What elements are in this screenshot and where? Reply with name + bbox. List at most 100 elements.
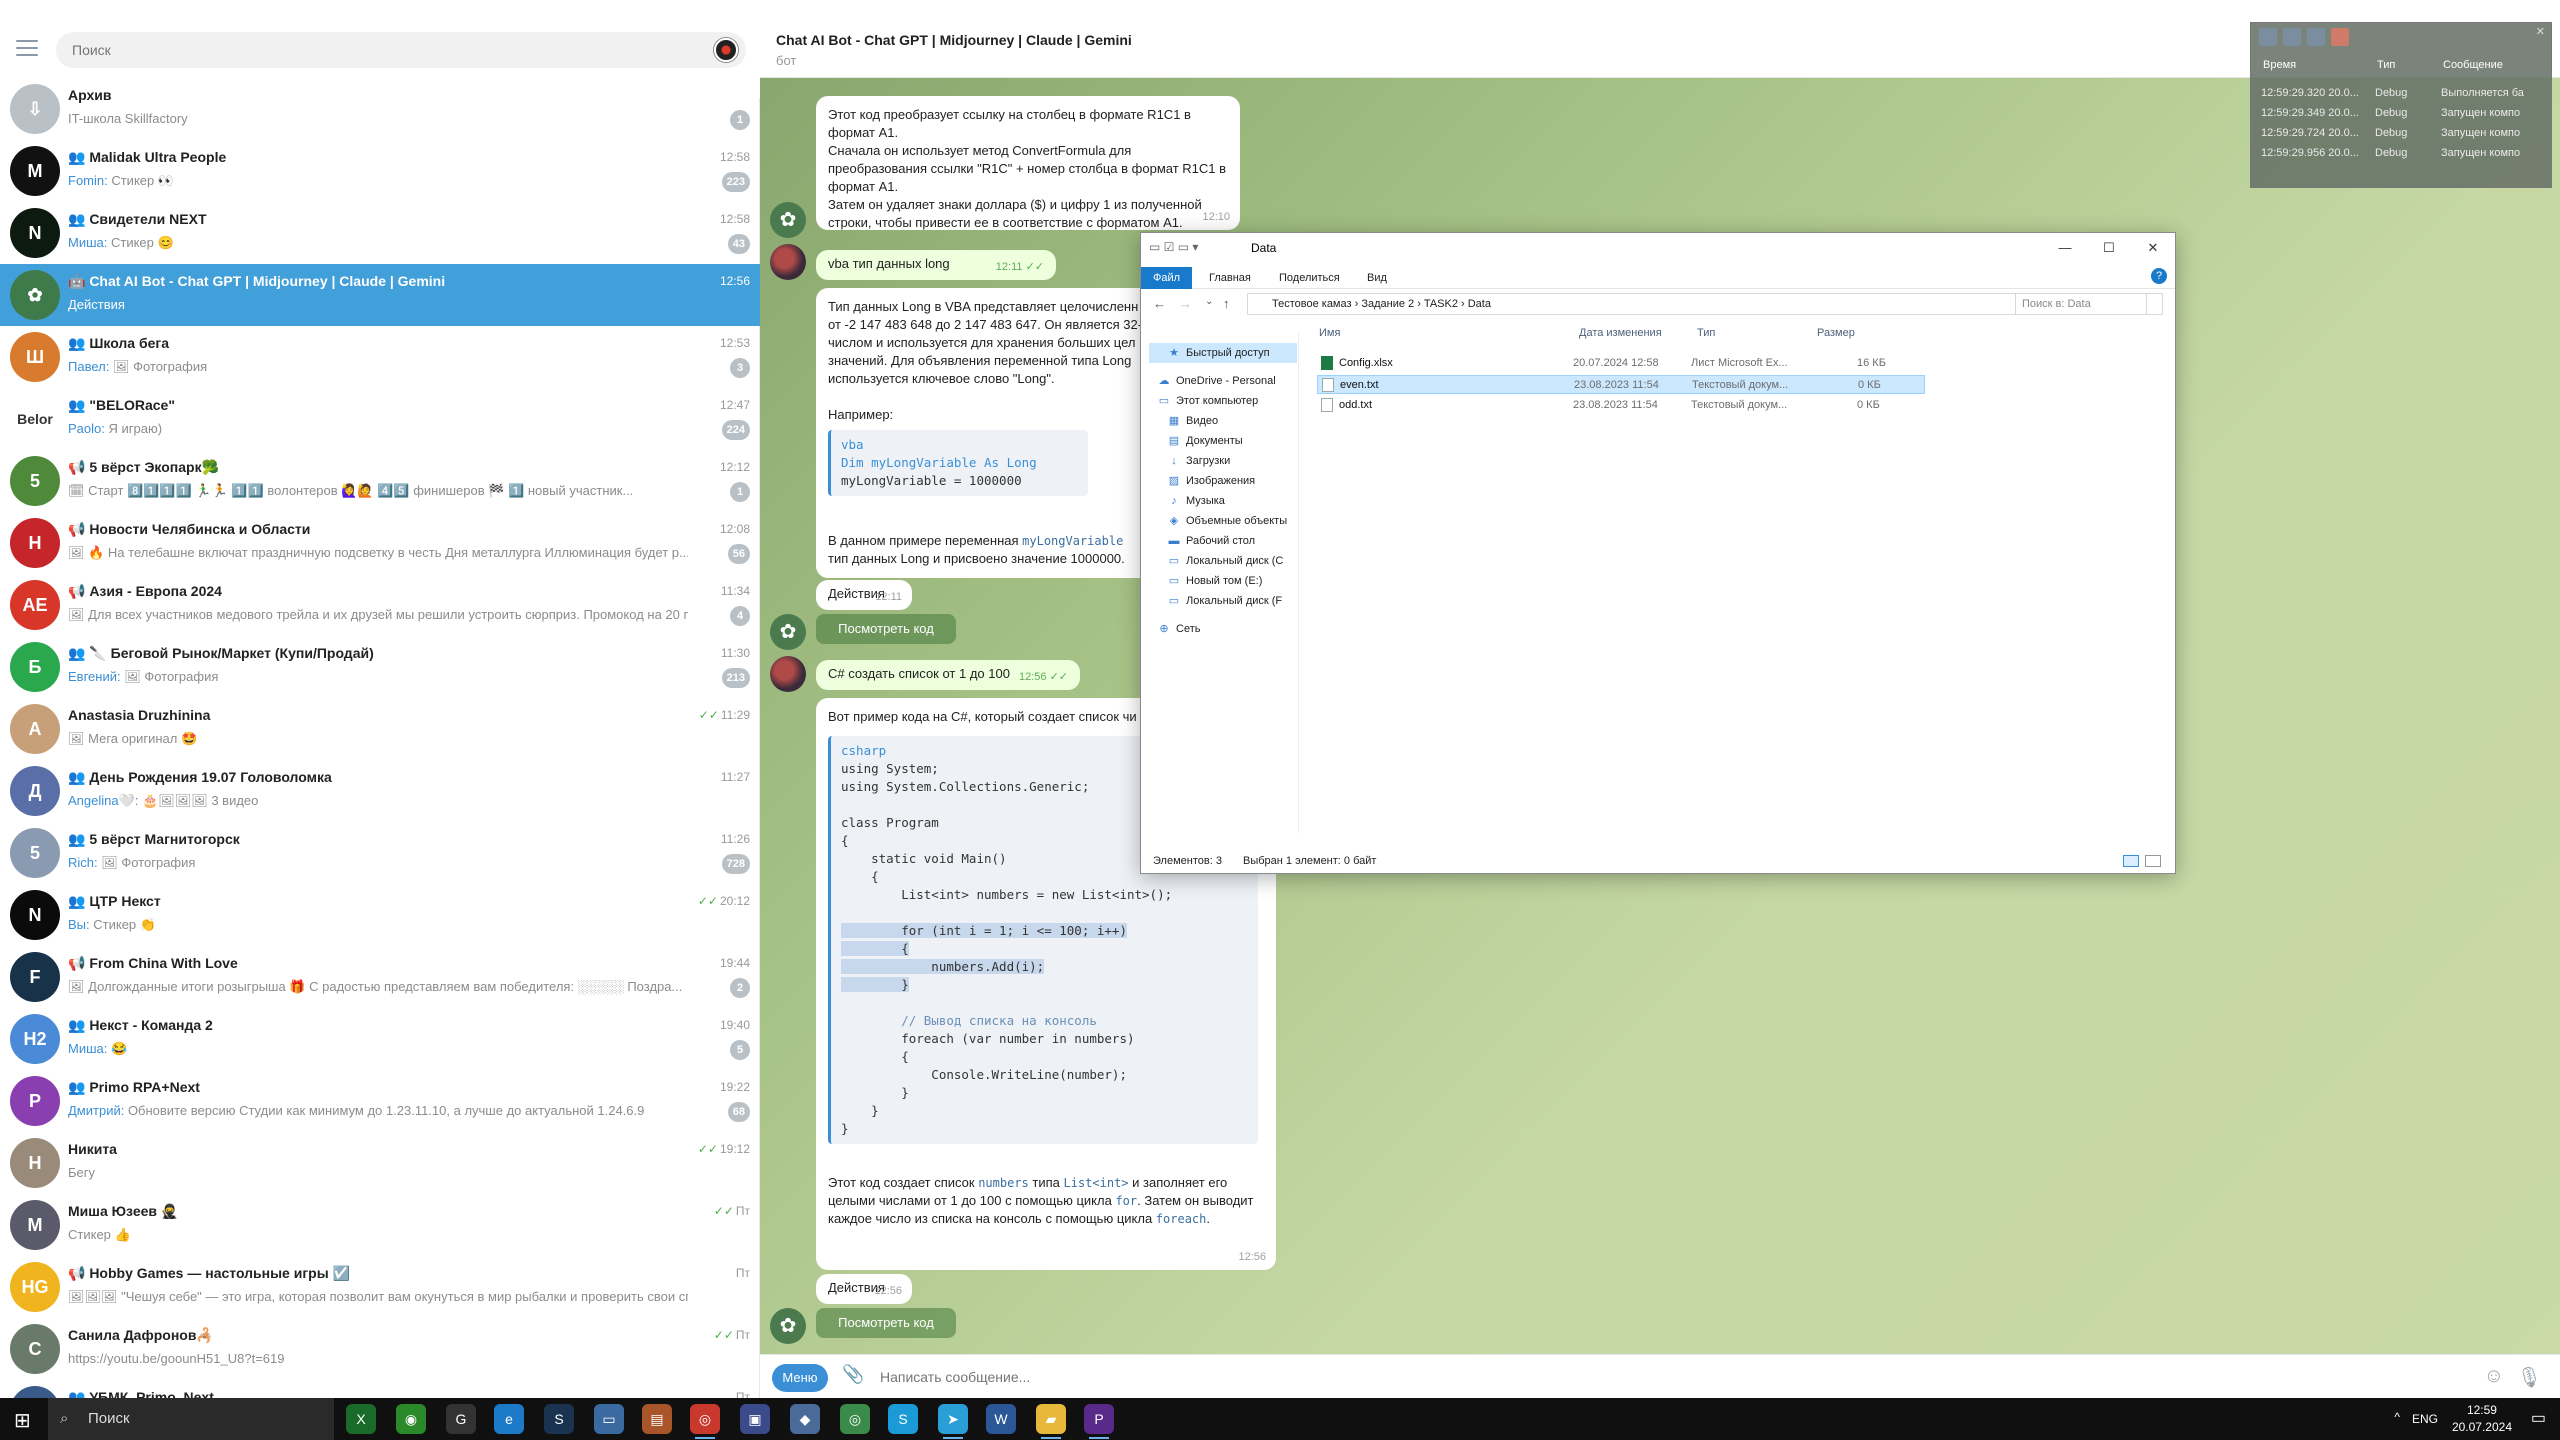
explorer-titlebar[interactable]: ▭ ☑ ▭ ▾ Data — ☐ ✕ <box>1141 233 2175 263</box>
up-icon[interactable]: ↑ <box>1223 296 1230 311</box>
column-type[interactable]: Тип <box>1697 327 1715 339</box>
chat-list-item[interactable]: F 📢 From China With Love 19:44 🖼 Долгожданн… <box>0 946 760 1008</box>
details-view-icon[interactable] <box>2123 855 2139 867</box>
chat-list-item[interactable]: P 👥 Primo RPA+Next 19:22 Дмитрий: Обновите … <box>0 1070 760 1132</box>
microphone-icon[interactable]: 🎙 <box>2517 1365 2542 1390</box>
nav-item[interactable]: ▭ Локальный диск (F <box>1167 591 1297 611</box>
taskbar-chrome-icon[interactable]: ◎ <box>690 1404 720 1439</box>
chat-list-item[interactable]: M 👥 Malidak Ultra People 12:58 Fomin: Стике… <box>0 140 760 202</box>
forward-icon[interactable]: → <box>1179 296 1192 311</box>
nav-item[interactable]: ↓ Загрузки <box>1167 451 1297 471</box>
close-icon[interactable]: ✕ <box>2536 25 2545 38</box>
user-avatar[interactable] <box>770 244 806 280</box>
chat-list-item[interactable]: Б 👥 🔪 Беговой Рынок/Маркет (Купи/Продай) 1… <box>0 636 760 698</box>
taskbar-xbox-icon[interactable]: X <box>346 1404 376 1434</box>
folder-search-input[interactable]: Поиск в: Data <box>2015 293 2163 315</box>
log-row[interactable]: 12:59:29.724 20.0... Debug Запущен компо <box>2261 127 2541 147</box>
log-col-time[interactable]: Время <box>2263 59 2296 71</box>
taskbar-app-icon[interactable]: ▣ <box>740 1404 770 1434</box>
nav-item[interactable]: ⊕ Сеть <box>1157 619 1287 639</box>
minimize-button[interactable]: — <box>2045 237 2085 259</box>
chat-search-input[interactable] <box>56 32 656 68</box>
quick-access-toolbar-icon[interactable]: ▭ ☑ ▭ ▾ <box>1149 240 1198 254</box>
chat-list-item[interactable]: N 👥 ЦТР Некст ✓✓ 20:12 Вы: Стикер 👏 <box>0 884 760 946</box>
hamburger-menu-icon[interactable] <box>16 40 38 56</box>
nav-item[interactable]: ★ Быстрый доступ <box>1149 343 1297 363</box>
chat-list-item[interactable]: ✿ 🤖 Chat AI Bot - Chat GPT | Midjourney |… <box>0 264 760 326</box>
address-path[interactable]: Тестовое камаз › Задание 2 › TASK2 › Dat… <box>1247 293 2147 315</box>
taskbar-clock[interactable]: 12:59 20.07.2024 <box>2452 1402 2512 1436</box>
view-code-button[interactable]: Посмотреть код <box>816 1308 956 1338</box>
chat-list-item[interactable]: ⇩ Архив IT-школа Skillfactory 1 <box>0 78 760 140</box>
notifications-icon[interactable]: ▭ <box>2531 1408 2546 1428</box>
bot-avatar[interactable]: ✿ <box>770 202 806 238</box>
nav-item[interactable]: ◈ Объемные объекты <box>1167 511 1297 531</box>
message-input[interactable] <box>880 1363 2380 1391</box>
bot-avatar[interactable]: ✿ <box>770 1308 806 1344</box>
windows-start-icon[interactable]: ⊞ <box>14 1408 31 1433</box>
help-icon[interactable]: ? <box>2151 268 2167 284</box>
recent-chevron-icon[interactable]: ⌄ <box>1205 296 1213 307</box>
taskbar-edge-icon[interactable]: e <box>494 1404 524 1434</box>
taskbar-skype-icon[interactable]: S <box>888 1404 918 1434</box>
nav-item[interactable]: ▤ Документы <box>1167 431 1297 451</box>
emoji-icon[interactable]: ☺ <box>2484 1365 2504 1388</box>
taskbar-explorer-icon[interactable]: ▰ <box>1036 1404 1066 1439</box>
taskbar-app-icon[interactable]: ▤ <box>642 1404 672 1434</box>
bot-avatar[interactable]: ✿ <box>770 614 806 650</box>
log-row[interactable]: 12:59:29.349 20.0... Debug Запущен компо <box>2261 107 2541 127</box>
close-button[interactable]: ✕ <box>2133 237 2173 259</box>
large-icons-view-icon[interactable] <box>2145 855 2161 867</box>
taskbar-app-icon[interactable]: ▭ <box>594 1404 624 1434</box>
chat-list-item[interactable]: С Санила Дафронов🦂 ✓✓ Пт https://youtu.be/go… <box>0 1318 760 1380</box>
taskbar-telegram-icon[interactable]: ➤ <box>938 1404 968 1439</box>
chat-list-item[interactable]: Н 📢 Новости Челябинска и Области 12:08 🖼 🔥 … <box>0 512 760 574</box>
toolbar-icon[interactable] <box>2259 28 2277 46</box>
chat-list-item[interactable]: 5 👥 5 вёрст Магнитогорск 11:26 Rich: 🖼 Фото… <box>0 822 760 884</box>
toolbar-icon[interactable] <box>2307 28 2325 46</box>
nav-item[interactable]: ▭ Локальный диск (C <box>1167 551 1297 571</box>
chat-search-box[interactable] <box>56 32 746 68</box>
nav-item[interactable]: ▨ Изображения <box>1167 471 1297 491</box>
column-date[interactable]: Дата изменения <box>1579 327 1662 339</box>
code-block[interactable]: vba Dim myLongVariable As Long myLongVar… <box>828 430 1088 496</box>
chat-list-item[interactable]: N 👥 Свидетели NEXT 12:58 Миша: Стикер 😊 43 <box>0 202 760 264</box>
taskbar-app-icon[interactable]: ◆ <box>790 1404 820 1434</box>
file-row[interactable]: even.txt 23.08.2023 11:54 Текстовый докум.… <box>1317 375 1925 394</box>
chat-list-item[interactable]: HG 📢 Hobby Games — настольные игры ☑️ Пт 🖼🖼… <box>0 1256 760 1318</box>
nav-item[interactable]: ☁ OneDrive - Personal <box>1157 371 1287 391</box>
chat-list-item[interactable]: Н Никита ✓✓ 19:12 Бегу <box>0 1132 760 1194</box>
chat-list-item[interactable]: М Миша Юзеев 🥷 ✓✓ Пт Стикер 👍 <box>0 1194 760 1256</box>
log-row[interactable]: 12:59:29.320 20.0... Debug Выполняется ба <box>2261 87 2541 107</box>
nav-item[interactable]: ▭ Новый том (E:) <box>1167 571 1297 591</box>
file-row[interactable]: Config.xlsx 20.07.2024 12:58 Лист Microsof… <box>1317 354 1925 373</box>
nav-item[interactable]: ▦ Видео <box>1167 411 1297 431</box>
taskbar-app-icon[interactable]: ◎ <box>840 1404 870 1434</box>
taskbar-word-icon[interactable]: W <box>986 1404 1016 1434</box>
column-size[interactable]: Размер <box>1817 327 1855 339</box>
ribbon-tab-file[interactable]: Файл <box>1141 267 1193 289</box>
chat-list-item[interactable]: A Anastasia Druzhinina ✓✓ 11:29 🖼 Мега ориги… <box>0 698 760 760</box>
taskbar-search[interactable]: ⌕ Поиск <box>48 1398 334 1440</box>
nav-item[interactable]: ▭ Этот компьютер <box>1157 391 1287 411</box>
ribbon-tab-view[interactable]: Вид <box>1355 267 1399 289</box>
taskbar-steam-icon[interactable]: S <box>544 1404 574 1434</box>
chat-list-item[interactable]: Н2 👥 Некст - Команда 2 19:40 Миша: 😂 5 <box>0 1008 760 1070</box>
taskbar-app-icon[interactable]: G <box>446 1404 476 1434</box>
ribbon-tab-home[interactable]: Главная <box>1197 267 1263 289</box>
log-col-message[interactable]: Сообщение <box>2443 59 2503 71</box>
chat-list-item[interactable]: 5 📢 5 вёрст Экопарк🥦 12:12 🗓 Старт 8️⃣1️⃣1️… <box>0 450 760 512</box>
taskbar-game-icon[interactable]: ◉ <box>396 1404 426 1434</box>
log-row[interactable]: 12:59:29.956 20.0... Debug Запущен компо <box>2261 147 2541 167</box>
file-row[interactable]: odd.txt 23.08.2023 11:54 Текстовый докум..… <box>1317 396 1925 415</box>
toolbar-icon[interactable] <box>2331 28 2349 46</box>
chat-list-item[interactable]: Д 👥 День Рождения 19.07 Головоломка 11:27 A… <box>0 760 760 822</box>
chat-list-item[interactable]: Belor 👥 "BELORace" 12:47 Paolo: Я играю) 224 <box>0 388 760 450</box>
ribbon-tab-share[interactable]: Поделиться <box>1267 267 1352 289</box>
folder-avatar-icon[interactable] <box>714 38 738 62</box>
bot-menu-button[interactable]: Меню <box>772 1364 828 1392</box>
attach-icon[interactable]: 📎 <box>842 1364 864 1385</box>
maximize-button[interactable]: ☐ <box>2089 237 2129 259</box>
tray-chevron-icon[interactable]: ^ <box>2394 1410 2400 1424</box>
back-icon[interactable]: ← <box>1153 296 1166 311</box>
